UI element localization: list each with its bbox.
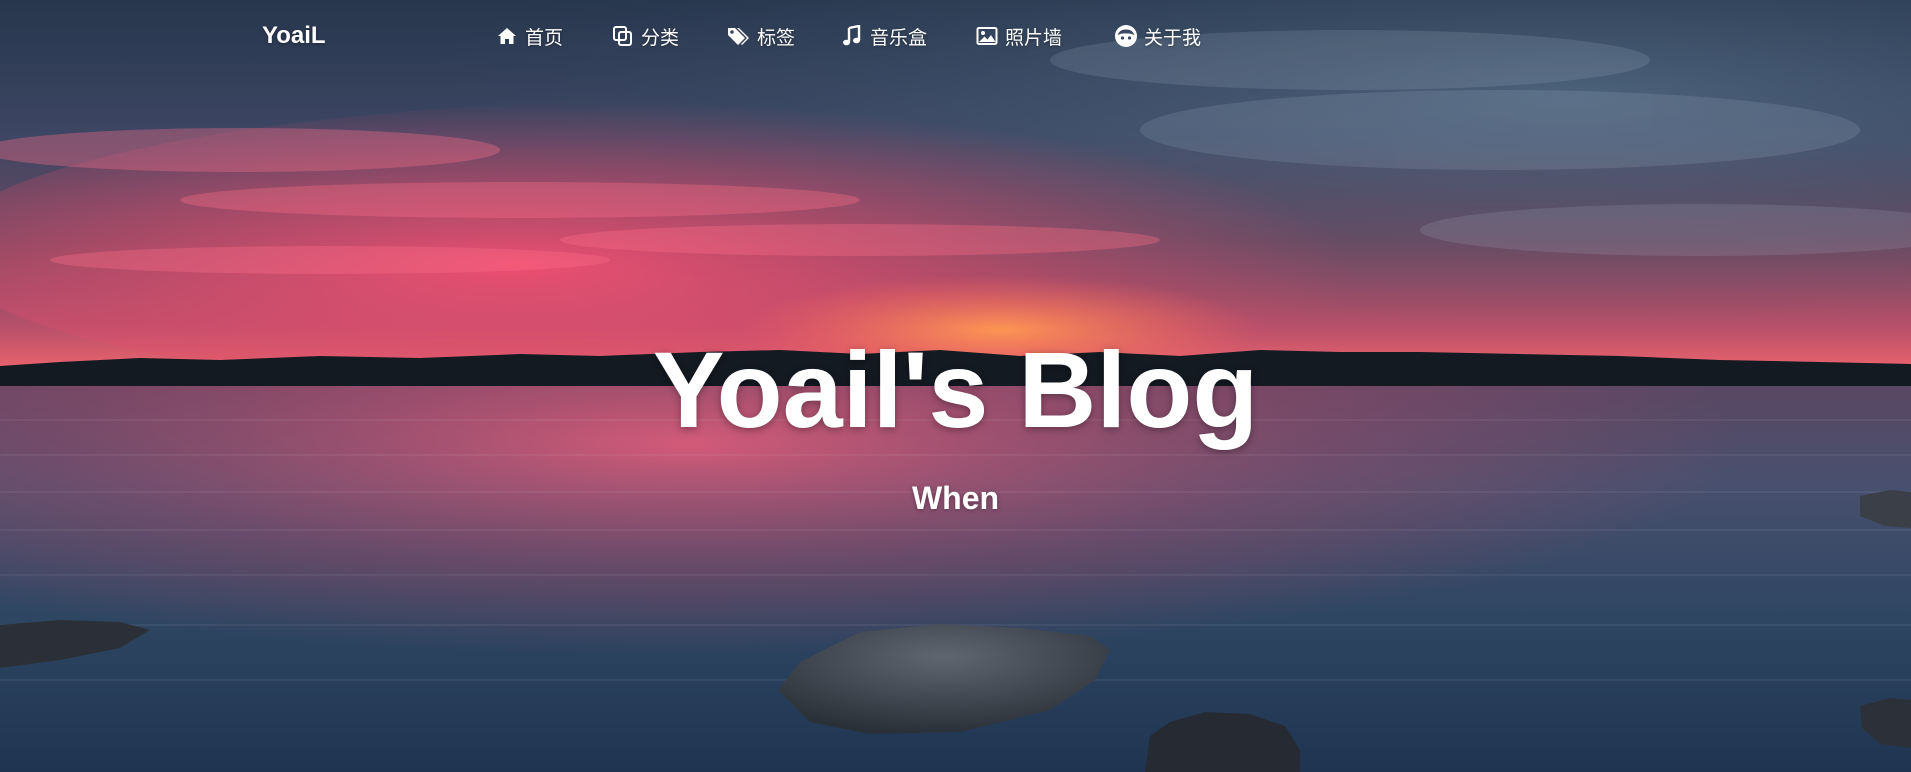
music-note-icon — [840, 24, 864, 48]
blog-subtitle: When — [911, 480, 1000, 516]
nav-item-home[interactable]: 首页 — [495, 20, 563, 52]
nav-item-label: 标签 — [757, 26, 796, 49]
hero-banner: YoaiL 首页 分类 标签 音乐盒 照片墙 关于我 Yoail's Blog … — [0, 0, 1911, 772]
nav-item-label: 关于我 — [1144, 26, 1202, 49]
home-icon — [495, 24, 519, 48]
brand-logo[interactable]: YoaiL — [262, 22, 326, 50]
smiley-face-icon — [1114, 24, 1138, 48]
nav-item-label: 音乐盒 — [870, 26, 928, 49]
nav-item-photo-wall[interactable]: 照片墙 — [975, 20, 1062, 52]
blog-title: Yoail's Blog — [652, 329, 1259, 450]
nav-item-label: 照片墙 — [1005, 26, 1063, 49]
nav-item-music-box[interactable]: 音乐盒 — [840, 20, 927, 52]
copy-icon — [611, 24, 635, 48]
nav-item-categories[interactable]: 分类 — [611, 20, 679, 52]
nav-item-about-me[interactable]: 关于我 — [1114, 20, 1201, 52]
top-navbar: YoaiL 首页 分类 标签 音乐盒 照片墙 关于我 — [0, 0, 1911, 72]
nav-item-label: 首页 — [525, 26, 564, 49]
nav-item-label: 分类 — [641, 26, 680, 49]
image-icon — [975, 24, 999, 48]
nav-item-tags[interactable]: 标签 — [727, 20, 795, 52]
tags-icon — [727, 24, 751, 48]
